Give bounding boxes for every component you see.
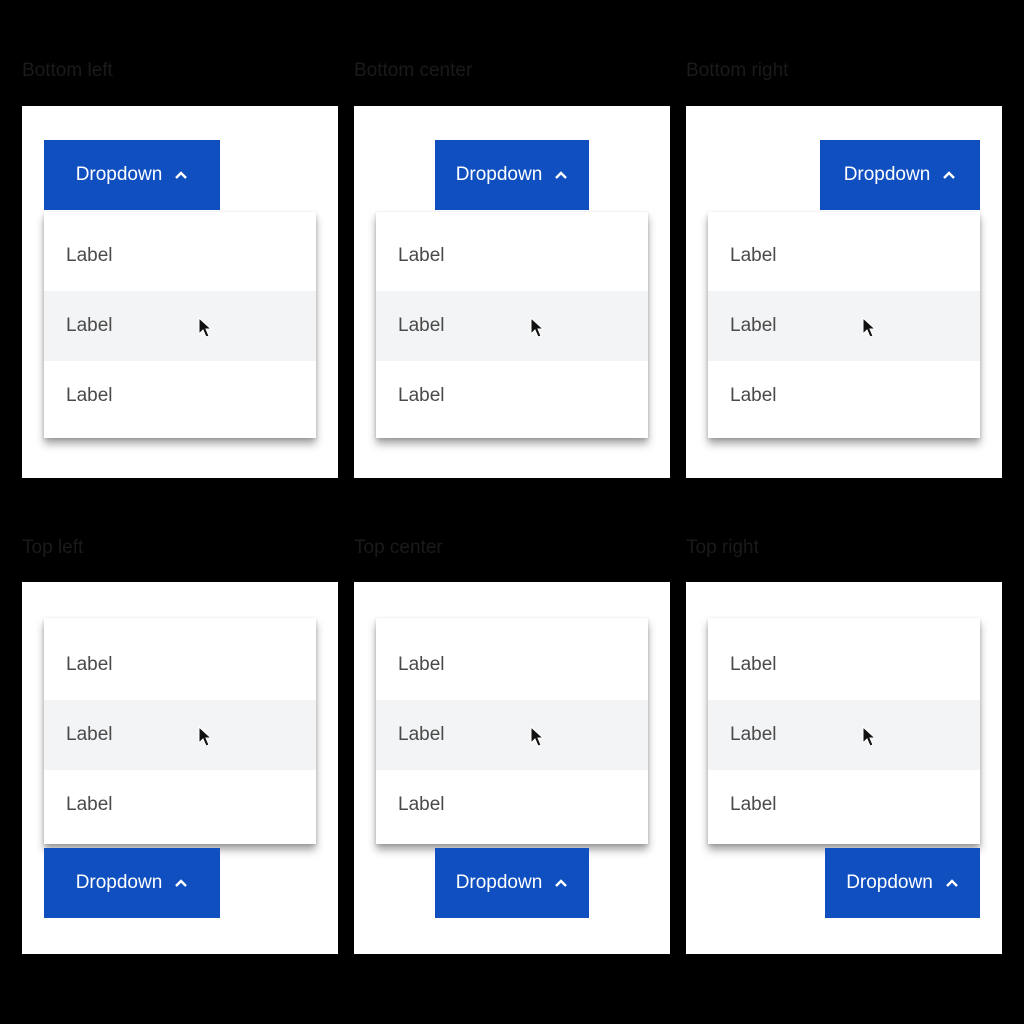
panel-bottom-right: Dropdown Label Label Label	[686, 106, 1002, 478]
mouse-pointer-icon	[530, 317, 544, 338]
menu-item-hovered[interactable]: Label	[708, 291, 980, 361]
menu-item[interactable]: Label	[376, 221, 648, 291]
menu-item[interactable]: Label	[44, 770, 316, 840]
menu-item-hovered[interactable]: Label	[376, 700, 648, 770]
menu-item[interactable]: Label	[708, 361, 980, 431]
menu-item-label: Label	[398, 724, 445, 745]
menu-item-label: Label	[66, 385, 113, 406]
dropdown-button-label: Dropdown	[455, 164, 543, 185]
menu-item-label: Label	[730, 794, 777, 815]
dropdown-menu: Label Label Label	[376, 212, 648, 438]
menu-item-label: Label	[66, 315, 113, 336]
menu-item[interactable]: Label	[708, 770, 980, 840]
dropdown-menu: Label Label Label	[376, 618, 648, 844]
menu-item-label: Label	[398, 315, 445, 336]
menu-item-label: Label	[398, 654, 445, 675]
panel-bottom-left: Dropdown Label Label Label	[22, 106, 338, 478]
panel-top-right: Label Label Label Dropdown	[686, 582, 1002, 954]
dropdown-button[interactable]: Dropdown	[44, 848, 220, 918]
menu-item-label: Label	[66, 245, 113, 266]
dropdown-button[interactable]: Dropdown	[825, 848, 980, 918]
chevron-up-icon	[175, 879, 188, 887]
menu-item-label: Label	[398, 245, 445, 266]
dropdown-button-label: Dropdown	[75, 164, 163, 185]
dropdown-button-label: Dropdown	[455, 872, 543, 893]
menu-item[interactable]: Label	[708, 221, 980, 291]
menu-item-hovered[interactable]: Label	[708, 700, 980, 770]
menu-item-label: Label	[730, 724, 777, 745]
panel-bottom-center: Dropdown Label Label Label	[354, 106, 670, 478]
menu-item-label: Label	[730, 654, 777, 675]
menu-item[interactable]: Label	[708, 630, 980, 700]
dropdown-button-label: Dropdown	[75, 872, 163, 893]
dropdown-button-label: Dropdown	[843, 164, 931, 185]
panel-top-left: Label Label Label Dropdown	[22, 582, 338, 954]
dropdown-button[interactable]: Dropdown	[435, 848, 589, 918]
menu-item-hovered[interactable]: Label	[44, 291, 316, 361]
mouse-pointer-icon	[862, 317, 876, 338]
menu-item-hovered[interactable]: Label	[44, 700, 316, 770]
section-title-top-right: Top right	[686, 537, 759, 558]
dropdown-menu: Label Label Label	[708, 212, 980, 438]
section-title-bottom-center: Bottom center	[354, 60, 473, 81]
dropdown-button-label: Dropdown	[846, 872, 933, 893]
dropdown-button[interactable]: Dropdown	[435, 140, 589, 210]
menu-item[interactable]: Label	[44, 630, 316, 700]
mouse-pointer-icon	[198, 726, 212, 747]
mouse-pointer-icon	[198, 317, 212, 338]
section-title-top-left: Top left	[22, 537, 84, 558]
dropdown-menu: Label Label Label	[708, 618, 980, 844]
menu-item-label: Label	[66, 794, 113, 815]
menu-item[interactable]: Label	[44, 361, 316, 431]
chevron-up-icon	[943, 171, 956, 179]
menu-item[interactable]: Label	[44, 221, 316, 291]
menu-item-hovered[interactable]: Label	[376, 291, 648, 361]
chevron-up-icon	[175, 171, 188, 179]
chevron-up-icon	[555, 171, 568, 179]
menu-item[interactable]: Label	[376, 361, 648, 431]
menu-item-label: Label	[730, 245, 777, 266]
section-title-bottom-left: Bottom left	[22, 60, 113, 81]
dropdown-menu: Label Label Label	[44, 212, 316, 438]
chevron-up-icon	[945, 879, 958, 887]
panel-top-center: Label Label Label Dropdown	[354, 582, 670, 954]
menu-item-label: Label	[398, 794, 445, 815]
menu-item[interactable]: Label	[376, 630, 648, 700]
dropdown-button[interactable]: Dropdown	[820, 140, 980, 210]
menu-item-label: Label	[730, 315, 777, 336]
dropdown-placement-showcase: Bottom left Dropdown Label Label Label B…	[0, 0, 1024, 1024]
chevron-up-icon	[555, 879, 568, 887]
section-title-bottom-right: Bottom right	[686, 60, 789, 81]
section-title-top-center: Top center	[354, 537, 443, 558]
menu-item-label: Label	[398, 385, 445, 406]
dropdown-menu: Label Label Label	[44, 618, 316, 844]
menu-item-label: Label	[66, 654, 113, 675]
menu-item-label: Label	[730, 385, 777, 406]
dropdown-button[interactable]: Dropdown	[44, 140, 220, 210]
mouse-pointer-icon	[862, 726, 876, 747]
menu-item-label: Label	[66, 724, 113, 745]
mouse-pointer-icon	[530, 726, 544, 747]
menu-item[interactable]: Label	[376, 770, 648, 840]
